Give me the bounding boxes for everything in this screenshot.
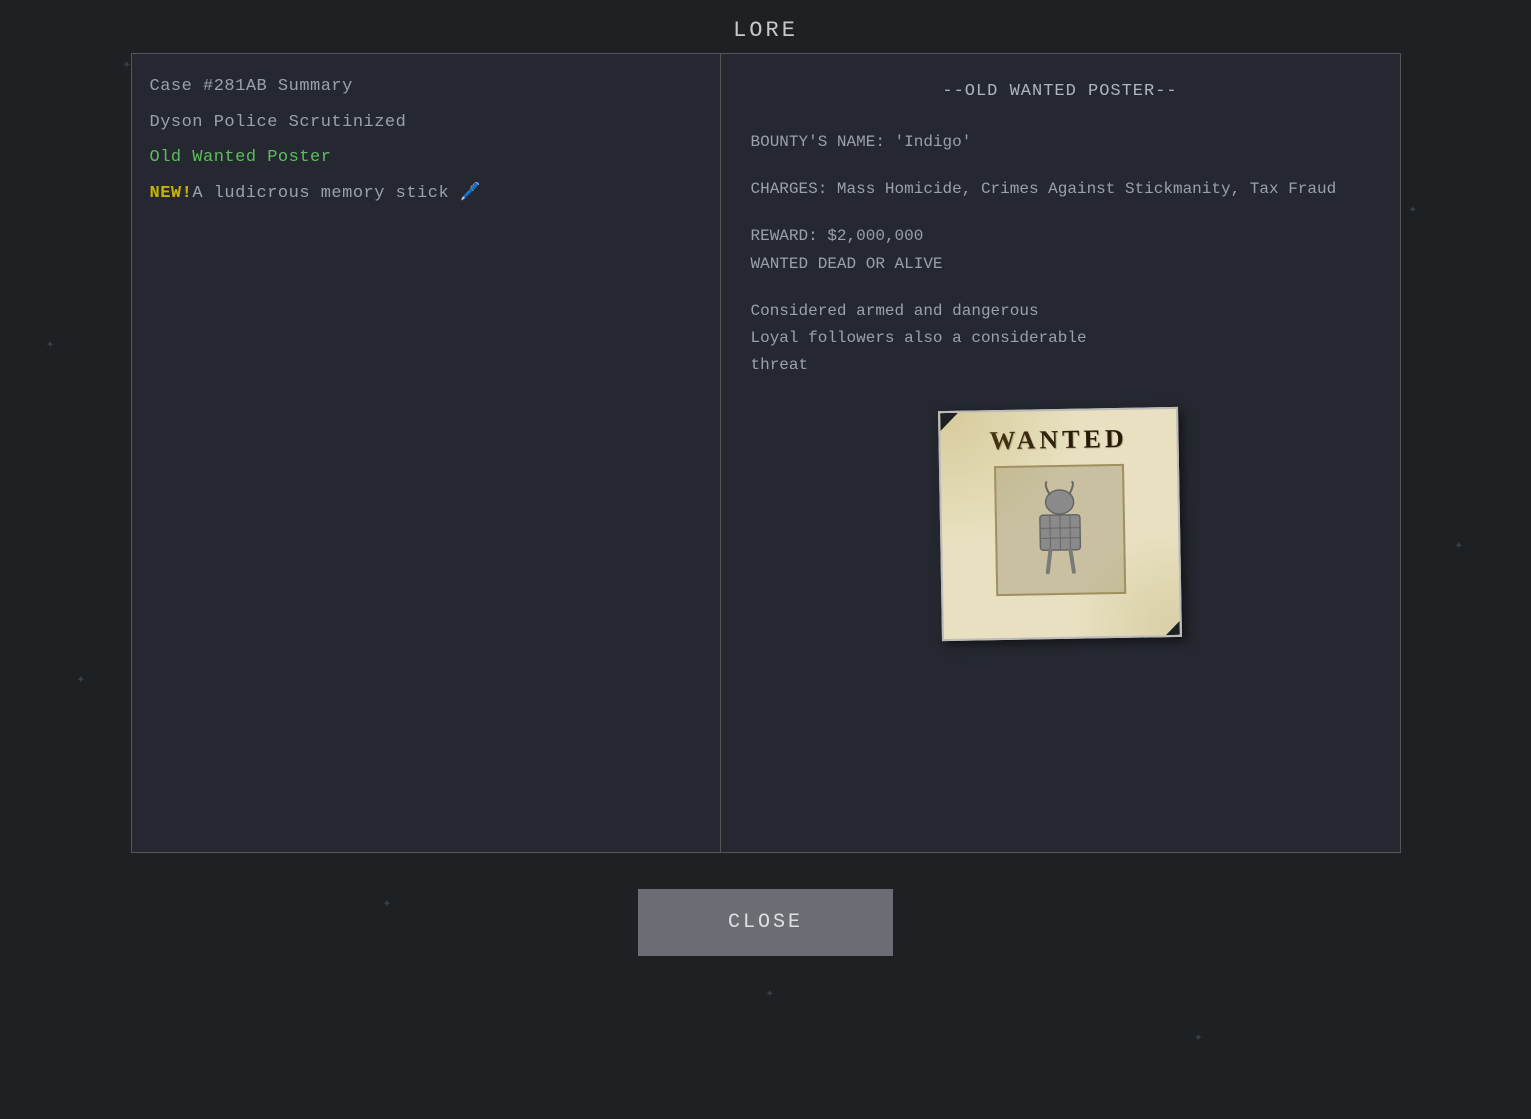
desc-line-2: Loyal followers also a considerable: [751, 325, 1370, 352]
list-item-memory-stick[interactable]: NEW!A ludicrous memory stick 🖊️: [150, 181, 702, 207]
dyson-police-text: Dyson Police Scrutinized: [150, 113, 407, 132]
bounty-name: 'Indigo': [895, 133, 972, 151]
new-badge: NEW!: [150, 184, 193, 203]
wanted-image-wrap: WANTED: [751, 409, 1370, 639]
reward-amount: $2,000,000: [827, 227, 923, 245]
memory-stick-text: A ludicrous memory stick 🖊️: [192, 184, 481, 203]
charges-section: CHARGES: Mass Homicide, Crimes Against S…: [751, 176, 1370, 203]
bounty-section: BOUNTY'S NAME: 'Indigo': [751, 129, 1370, 156]
close-button[interactable]: CLOSE: [638, 889, 893, 956]
list-item-old-wanted[interactable]: Old Wanted Poster: [150, 145, 702, 171]
charges-text: Mass Homicide, Crimes Against Stickmanit…: [837, 180, 1336, 198]
case-summary-text: Case #281AB Summary: [150, 77, 353, 96]
reward-status: WANTED DEAD OR ALIVE: [751, 251, 1370, 278]
wanted-poster-image: WANTED: [938, 407, 1182, 641]
poster-body: BOUNTY'S NAME: 'Indigo' CHARGES: Mass Ho…: [751, 129, 1370, 379]
desc-line-1: Considered armed and dangerous: [751, 298, 1370, 325]
wanted-poster-title-text: WANTED: [940, 423, 1176, 457]
bounty-label: BOUNTY'S NAME:: [751, 133, 885, 151]
desc-line-3: threat: [751, 352, 1370, 379]
reward-label: REWARD:: [751, 227, 818, 245]
old-wanted-text: Old Wanted Poster: [150, 148, 332, 167]
close-button-wrap: CLOSE: [0, 889, 1531, 956]
list-item-dyson-police[interactable]: Dyson Police Scrutinized: [150, 110, 702, 136]
right-panel: --OLD WANTED POSTER-- BOUNTY'S NAME: 'In…: [721, 53, 1401, 853]
reward-line: REWARD: $2,000,000: [751, 223, 1370, 250]
list-item-case-summary[interactable]: Case #281AB Summary: [150, 74, 702, 100]
reward-section: REWARD: $2,000,000 WANTED DEAD OR ALIVE: [751, 223, 1370, 277]
left-panel: Case #281AB Summary Dyson Police Scrutin…: [131, 53, 721, 853]
description-section: Considered armed and dangerous Loyal fol…: [751, 298, 1370, 380]
poster-title: --OLD WANTED POSTER--: [751, 82, 1370, 101]
main-container: Case #281AB Summary Dyson Police Scrutin…: [131, 53, 1401, 853]
wanted-figure-box: [994, 464, 1126, 596]
page-title: LORE: [0, 0, 1531, 53]
wanted-figure-svg: [1014, 480, 1106, 582]
charges-label: CHARGES:: [751, 180, 828, 198]
